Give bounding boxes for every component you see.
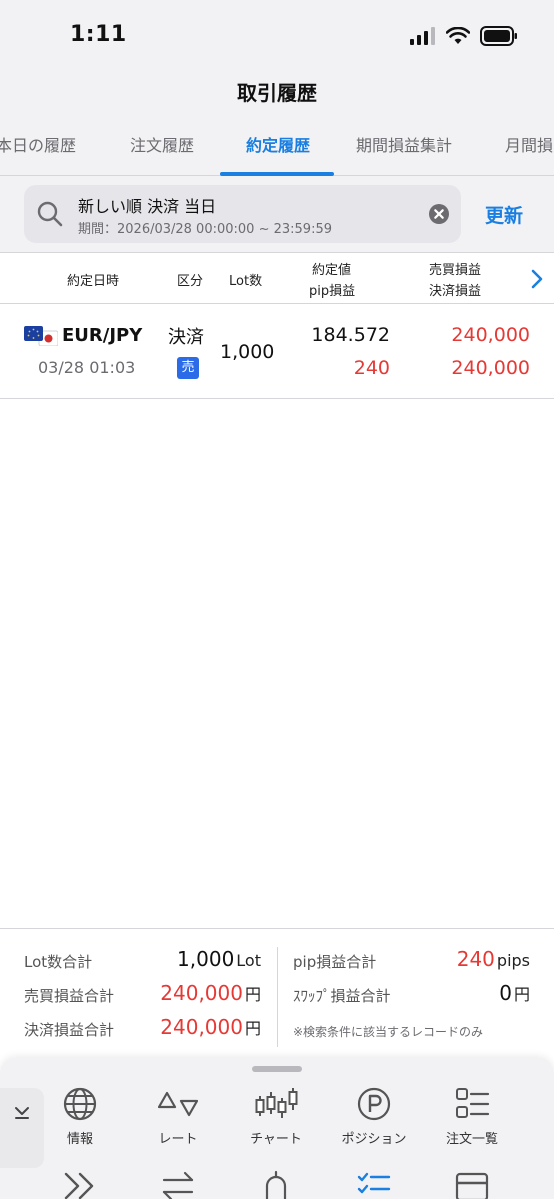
nav-history[interactable] [329, 1168, 419, 1199]
trade-time: 03/28 01:03 [38, 358, 136, 377]
settle-pl-total-value: 240,000 円 [160, 1015, 261, 1039]
nav-rate-label: レート [158, 1132, 198, 1147]
status-time: 1:11 [70, 22, 127, 47]
settle-pl: 240,000 [451, 357, 530, 379]
trade-rate: 184.572 [311, 324, 390, 346]
tab-period-pl[interactable]: 期間損益集計 [356, 132, 452, 156]
lot-total-label: Lot数合計 [24, 953, 93, 971]
fast-forward-icon [64, 1172, 94, 1199]
trade-kubun: 決済 [168, 327, 204, 348]
nav-more[interactable] [35, 1168, 125, 1199]
header-trade-pl: 売買損益 [429, 263, 482, 278]
swap-total-value: 0円 [499, 981, 530, 1005]
tab-monthly-pl[interactable]: 月間損 [505, 132, 553, 156]
nav-info[interactable]: 情報 [35, 1086, 125, 1147]
swap-total-label: ｽﾜｯﾌﾟ損益合計 [293, 987, 391, 1005]
rate-icon [157, 1091, 199, 1117]
trade-lots: 1,000 [220, 341, 275, 363]
nav-transfer[interactable] [133, 1168, 223, 1199]
nav-chart[interactable]: チャート [231, 1086, 321, 1147]
sell-badge: 売 [177, 357, 199, 379]
trade-pips: 240 [353, 357, 390, 379]
trade-pl: 240,000 [451, 324, 530, 346]
page-title: 取引履歴 [237, 81, 317, 105]
list-icon [456, 1088, 490, 1118]
collapse-down-icon [15, 1107, 29, 1119]
summary-note: ※検索条件に該当するレコードのみ [293, 1025, 484, 1039]
bell-icon [265, 1170, 287, 1199]
nav-chart-label: チャート [250, 1132, 302, 1147]
cellular-signal-icon [410, 27, 435, 45]
header-settle-pl: 決済損益 [429, 284, 482, 299]
search-condition-text: 新しい順 決済 当日 [78, 197, 217, 216]
table-row[interactable]: EUR/JPY 03/28 01:03 決済 売 1,000 184.572 2… [0, 304, 554, 399]
eur-jpy-flag-icon [24, 326, 58, 346]
summary-panel: Lot数合計 1,000 Lot 売買損益合計 240,000 円 決済損益合計 2… [0, 928, 554, 1058]
status-bar: 1:11 [0, 0, 554, 72]
trade-pl-total-value: 240,000 円 [160, 981, 261, 1005]
bottom-nav-panel: 情報 レート チャート ポジション 注文一覧 [0, 1058, 554, 1199]
swap-arrows-icon [162, 1171, 194, 1199]
search-period-text: 期間：2026/03/28 00:00:00 ~ 23:59:59 [78, 222, 332, 237]
summary-divider [277, 947, 278, 1047]
battery-icon [480, 26, 517, 46]
refresh-button[interactable]: 更新 [485, 201, 523, 228]
wifi-icon [446, 27, 470, 44]
nav-order-list[interactable]: 注文一覧 [427, 1086, 517, 1147]
trade-pl-total-label: 売買損益合計 [24, 987, 115, 1005]
pip-total-label: pip損益合計 [293, 953, 377, 971]
card-icon [455, 1172, 489, 1199]
header-kubun: 区分 [177, 274, 204, 289]
header-lots: Lot数 [229, 274, 263, 289]
checklist-icon [357, 1172, 391, 1194]
candlestick-icon [255, 1088, 298, 1118]
currency-pair: EUR/JPY [62, 325, 143, 346]
nav-alert[interactable] [231, 1168, 321, 1199]
position-icon [357, 1087, 391, 1121]
chevron-right-icon[interactable] [530, 269, 544, 289]
table-header: 約定日時 区分 Lot数 約定値 pip損益 売買損益 決済損益 [0, 252, 554, 304]
tab-execution-history[interactable]: 約定履歴 [246, 132, 310, 156]
tab-today-history[interactable]: 本日の履歴 [0, 132, 76, 156]
lot-total-value: 1,000 Lot [177, 947, 261, 971]
nav-position-label: ポジション [341, 1132, 407, 1147]
header-pips: pip損益 [309, 284, 356, 299]
nav-info-label: 情報 [66, 1132, 93, 1147]
nav-header: 取引履歴 [0, 72, 554, 114]
tab-order-history[interactable]: 注文履歴 [130, 132, 194, 156]
nav-deposit[interactable] [427, 1168, 517, 1199]
pip-total-value: 240 pips [456, 947, 530, 971]
search-area: 新しい順 決済 当日 期間：2026/03/28 00:00:00 ~ 23:5… [0, 176, 554, 252]
drag-handle[interactable] [252, 1066, 302, 1072]
search-icon [37, 201, 63, 227]
globe-icon [63, 1087, 97, 1121]
nav-position[interactable]: ポジション [329, 1086, 419, 1147]
tab-bar: 本日の履歴 注文履歴 約定履歴 期間損益集計 月間損 [0, 114, 554, 176]
search-filter-box[interactable]: 新しい順 決済 当日 期間：2026/03/28 00:00:00 ~ 23:5… [24, 185, 461, 243]
header-rate: 約定値 [312, 263, 352, 278]
clear-icon[interactable] [429, 204, 449, 224]
settle-pl-total-label: 決済損益合計 [24, 1021, 115, 1039]
nav-rate[interactable]: レート [133, 1086, 223, 1147]
nav-order-list-label: 注文一覧 [445, 1132, 498, 1147]
header-date: 約定日時 [67, 274, 120, 289]
